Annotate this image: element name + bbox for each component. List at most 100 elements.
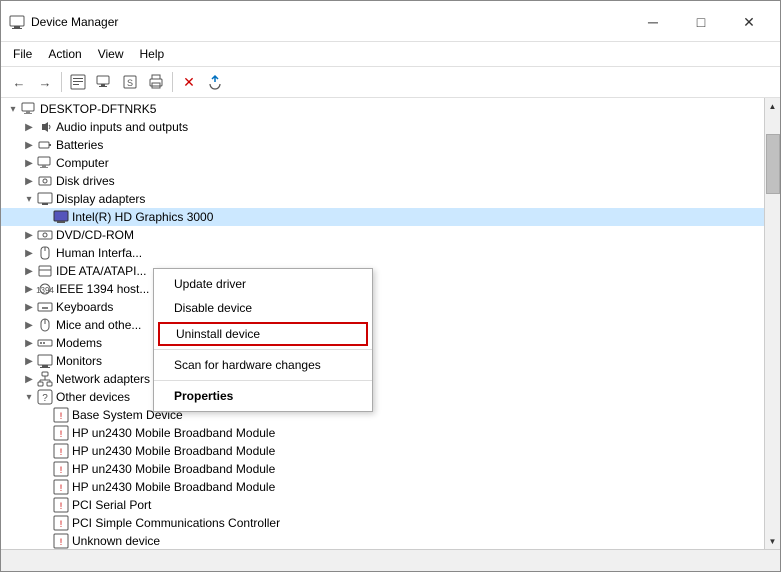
toolbar: ← → S ✕ — [1, 67, 780, 98]
toolbar-btn-print[interactable] — [144, 70, 168, 94]
disk-expand-icon[interactable]: ▶ — [21, 173, 37, 189]
minimize-button[interactable]: ─ — [630, 7, 676, 37]
svg-text:1394: 1394 — [36, 286, 54, 295]
ctx-properties[interactable]: Properties — [154, 384, 372, 408]
display-expand-icon[interactable]: ▾ — [21, 191, 37, 207]
computer-expand-icon[interactable]: ▶ — [21, 155, 37, 171]
pci-comm-icon: ! — [53, 515, 69, 531]
tree-item-ide[interactable]: ▶ IDE ATA/ATAPI... — [1, 262, 764, 280]
audio-expand-icon[interactable]: ▶ — [21, 119, 37, 135]
keyboard-icon — [37, 299, 53, 315]
audio-icon — [37, 119, 53, 135]
modems-expand-icon[interactable]: ▶ — [21, 335, 37, 351]
svg-text:!: ! — [60, 501, 63, 511]
ide-expand-icon[interactable]: ▶ — [21, 263, 37, 279]
hid-label: Human Interfa... — [56, 246, 142, 260]
tree-item-pci-comm[interactable]: ▶ ! PCI Simple Communications Controller — [1, 514, 764, 532]
tree-item-hid[interactable]: ▶ Human Interfa... — [1, 244, 764, 262]
context-menu: Update driver Disable device Uninstall d… — [153, 268, 373, 412]
hp3-icon: ! — [53, 461, 69, 477]
toolbar-forward[interactable]: → — [33, 70, 57, 94]
network-icon — [37, 371, 53, 387]
tree-item-batteries[interactable]: ▶ Batteries — [1, 136, 764, 154]
monitors-expand-icon[interactable]: ▶ — [21, 353, 37, 369]
svg-text:?: ? — [42, 393, 48, 404]
tree-item-hp3[interactable]: ▶ ! HP un2430 Mobile Broadband Module — [1, 460, 764, 478]
hid-expand-icon[interactable]: ▶ — [21, 245, 37, 261]
menu-file[interactable]: File — [5, 44, 40, 64]
unknown-label: Unknown device — [72, 534, 160, 548]
toolbar-back[interactable]: ← — [7, 70, 31, 94]
tree-item-hp2[interactable]: ▶ ! HP un2430 Mobile Broadband Module — [1, 442, 764, 460]
audio-label: Audio inputs and outputs — [56, 120, 188, 134]
tree-item-monitors[interactable]: ▶ Monitors — [1, 352, 764, 370]
scroll-up[interactable]: ▲ — [765, 98, 781, 114]
main-content: ▾ DESKTOP-DFTNRK5 ▶ Audio inputs and out… — [1, 98, 780, 549]
network-expand-icon[interactable]: ▶ — [21, 371, 37, 387]
svg-text:!: ! — [60, 465, 63, 475]
maximize-button[interactable]: □ — [678, 7, 724, 37]
tree-item-unknown[interactable]: ▶ ! Unknown device — [1, 532, 764, 549]
pci-serial-icon: ! — [53, 497, 69, 513]
batteries-label: Batteries — [56, 138, 103, 152]
menu-view[interactable]: View — [90, 44, 132, 64]
keyboards-expand-icon[interactable]: ▶ — [21, 299, 37, 315]
device-manager-window: Device Manager ─ □ ✕ File Action View He… — [0, 0, 781, 572]
other-icon: ? — [37, 389, 53, 405]
root-expand-icon[interactable]: ▾ — [5, 101, 21, 117]
tree-item-ieee[interactable]: ▶ 1394 IEEE 1394 host... — [1, 280, 764, 298]
close-button[interactable]: ✕ — [726, 7, 772, 37]
tree-item-network[interactable]: ▶ Network adapters — [1, 370, 764, 388]
tree-item-intel-graphics[interactable]: ▶ Intel(R) HD Graphics 3000 — [1, 208, 764, 226]
tree-item-keyboards[interactable]: ▶ Keyboards — [1, 298, 764, 316]
monitors-label: Monitors — [56, 354, 102, 368]
menu-help[interactable]: Help — [132, 44, 173, 64]
tree-item-pci-serial[interactable]: ▶ ! PCI Serial Port — [1, 496, 764, 514]
mice-expand-icon[interactable]: ▶ — [21, 317, 37, 333]
tree-item-hp4[interactable]: ▶ ! HP un2430 Mobile Broadband Module — [1, 478, 764, 496]
other-expand-icon[interactable]: ▾ — [21, 389, 37, 405]
tree-item-computer[interactable]: ▶ Computer — [1, 154, 764, 172]
tree-item-modems[interactable]: ▶ Modems — [1, 334, 764, 352]
hp1-label: HP un2430 Mobile Broadband Module — [72, 426, 275, 440]
tree-item-display[interactable]: ▾ Display adapters — [1, 190, 764, 208]
tree-item-disk[interactable]: ▶ Disk drives — [1, 172, 764, 190]
tree-item-mice[interactable]: ▶ Mice and othe... — [1, 316, 764, 334]
tree-item-audio[interactable]: ▶ Audio inputs and outputs — [1, 118, 764, 136]
toolbar-btn-update[interactable] — [203, 70, 227, 94]
tree-item-other[interactable]: ▾ ? Other devices — [1, 388, 764, 406]
tree-item-base-system[interactable]: ▶ ! Base System Device — [1, 406, 764, 424]
scroll-thumb[interactable] — [766, 134, 780, 194]
base-system-icon: ! — [53, 407, 69, 423]
toolbar-btn-properties[interactable] — [66, 70, 90, 94]
dvd-label: DVD/CD-ROM — [56, 228, 134, 242]
ctx-disable-device[interactable]: Disable device — [154, 296, 372, 320]
title-bar-left: Device Manager — [9, 14, 118, 30]
batteries-expand-icon[interactable]: ▶ — [21, 137, 37, 153]
ctx-uninstall-device[interactable]: Uninstall device — [158, 322, 368, 346]
menu-action[interactable]: Action — [40, 44, 89, 64]
window-title: Device Manager — [31, 15, 118, 29]
scroll-down[interactable]: ▼ — [765, 533, 781, 549]
toolbar-btn-computer[interactable] — [92, 70, 116, 94]
ctx-scan-hardware[interactable]: Scan for hardware changes — [154, 353, 372, 377]
tree-root[interactable]: ▾ DESKTOP-DFTNRK5 — [1, 100, 764, 118]
window-icon — [9, 14, 25, 30]
vertical-scrollbar[interactable]: ▲ ▼ — [764, 98, 780, 549]
hp4-label: HP un2430 Mobile Broadband Module — [72, 480, 275, 494]
tree-pane[interactable]: ▾ DESKTOP-DFTNRK5 ▶ Audio inputs and out… — [1, 98, 764, 549]
title-bar-controls: ─ □ ✕ — [630, 7, 772, 37]
svg-text:!: ! — [60, 519, 63, 529]
other-label: Other devices — [56, 390, 130, 404]
hp2-icon: ! — [53, 443, 69, 459]
toolbar-btn-delete[interactable]: ✕ — [177, 70, 201, 94]
dvd-expand-icon[interactable]: ▶ — [21, 227, 37, 243]
ctx-update-driver[interactable]: Update driver — [154, 272, 372, 296]
ieee-expand-icon[interactable]: ▶ — [21, 281, 37, 297]
ieee-icon: 1394 — [37, 281, 53, 297]
toolbar-btn-scan[interactable]: S — [118, 70, 142, 94]
title-bar: Device Manager ─ □ ✕ — [1, 1, 780, 42]
tree-item-dvd[interactable]: ▶ DVD/CD-ROM — [1, 226, 764, 244]
display-icon — [37, 191, 53, 207]
tree-item-hp1[interactable]: ▶ ! HP un2430 Mobile Broadband Module — [1, 424, 764, 442]
